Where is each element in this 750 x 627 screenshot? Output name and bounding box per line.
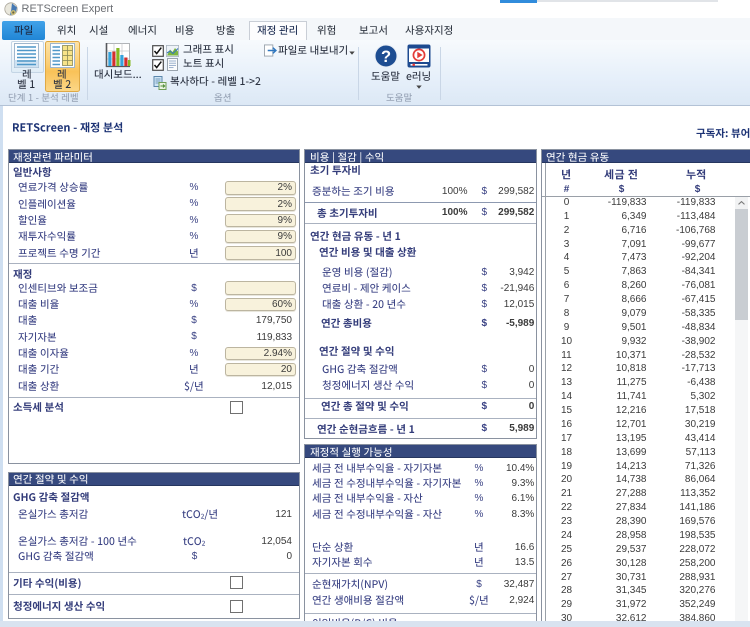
svg-text:?: ? — [380, 48, 390, 66]
